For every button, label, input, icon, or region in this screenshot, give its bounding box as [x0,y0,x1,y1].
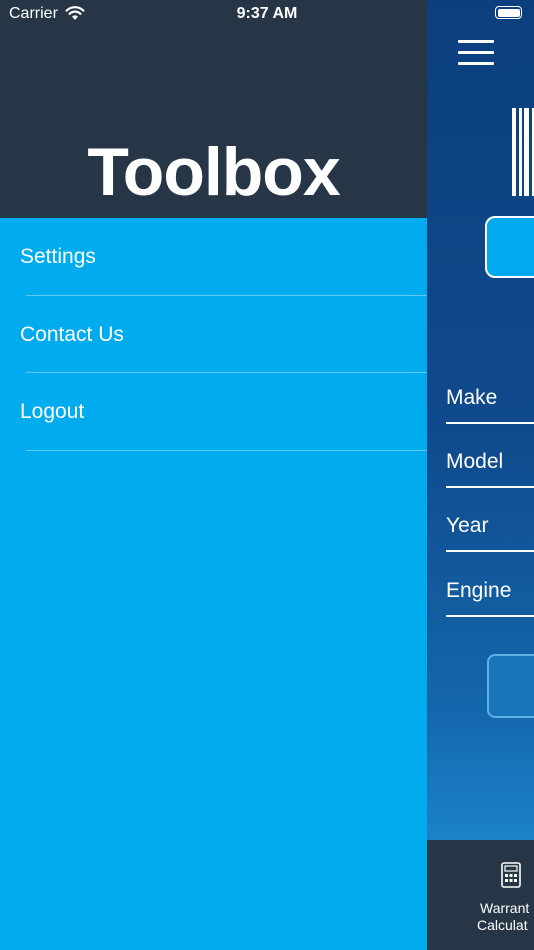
menu-item-label: Contact Us [20,322,124,346]
menu-item-label: Settings [20,245,96,268]
menu-item-label: Logout [20,400,85,423]
menu-item-settings[interactable]: Settings [0,218,427,296]
drawer-title: Toolbox [87,134,340,210]
make-field[interactable]: Make [446,378,534,424]
year-field[interactable]: Year [446,506,534,552]
make-label: Make [446,386,498,409]
status-bar: Carrier 9:37 AM [0,0,534,28]
engine-label: Engine [446,579,512,602]
drawer-header: Toolbox [0,0,427,218]
barcode-logo [512,108,534,196]
tab-label: Warrant Calculat [477,900,530,933]
menu-icon[interactable] [458,40,494,66]
model-field[interactable]: Model [446,442,534,488]
year-label: Year [446,514,489,537]
engine-field[interactable]: Engine [446,571,534,617]
menu-item-logout[interactable]: Logout [0,373,427,451]
clock: 9:37 AM [236,5,298,22]
calculator-icon [501,862,521,888]
submit-button[interactable] [487,654,534,718]
side-drawer: Toolbox Settings Contact Us Logout [0,0,427,950]
menu-item-contact-us[interactable]: Contact Us [0,296,427,373]
divider [26,449,427,451]
tab-bar: Warrant Calculat [427,840,534,950]
main-screen: Make Model Year Engine Warrant Calculat [427,0,534,950]
model-label: Model [446,450,504,473]
scan-button[interactable] [485,216,534,278]
battery-icon [495,6,522,19]
drawer-menu: Settings Contact Us Logout [0,218,427,451]
